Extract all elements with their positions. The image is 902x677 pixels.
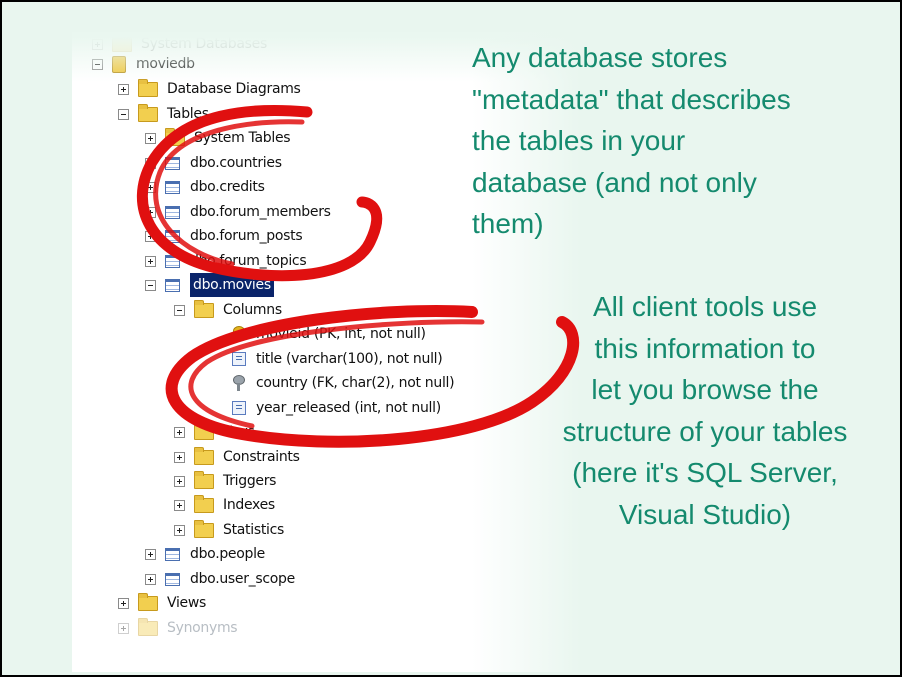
folder-icon <box>138 78 158 97</box>
callout-client-tools: All client tools use this information to… <box>562 291 848 530</box>
expand-icon[interactable] <box>118 622 129 634</box>
tree-node-col-title[interactable]: title (varchar(100), not null) <box>212 347 443 371</box>
callout-metadata: Any database stores "metadata" that desc… <box>472 42 791 239</box>
node-label: Statistics <box>223 522 284 538</box>
primary-key-icon <box>232 326 246 342</box>
expand-icon[interactable] <box>145 230 156 242</box>
expand-icon[interactable] <box>92 38 103 50</box>
node-label: title (varchar(100), not null) <box>256 351 443 367</box>
tree-node-keys[interactable]: Keys <box>174 420 255 444</box>
node-label: dbo.credits <box>190 179 265 195</box>
tree-node-indexes[interactable]: Indexes <box>174 493 275 517</box>
tree-node-synonyms[interactable]: Synonyms <box>118 616 238 640</box>
node-label: dbo.forum_members <box>190 204 331 220</box>
expand-icon[interactable] <box>118 597 129 609</box>
expand-icon[interactable] <box>145 206 156 218</box>
table-icon <box>165 547 180 561</box>
folder-icon <box>112 33 132 52</box>
column-icon <box>232 401 246 415</box>
node-label: Constraints <box>223 449 300 465</box>
tree-node-col-country[interactable]: country (FK, char(2), not null) <box>212 371 455 395</box>
node-label: Columns <box>223 302 282 318</box>
tree-node-people[interactable]: dbo.people <box>145 542 265 566</box>
folder-icon <box>138 103 158 122</box>
tree-node-forum-posts[interactable]: dbo.forum_posts <box>145 224 303 248</box>
tree-node-credits[interactable]: dbo.credits <box>145 175 265 199</box>
tree-node-tables[interactable]: Tables <box>118 102 209 126</box>
tree-node-forum-topics[interactable]: dbo.forum_topics <box>145 249 307 273</box>
column-icon <box>232 352 246 366</box>
tree-node-user-scope[interactable]: dbo.user_scope <box>145 567 295 591</box>
expand-icon[interactable] <box>174 499 185 511</box>
folder-icon <box>165 127 185 146</box>
node-label: movieid (PK, int, not null) <box>256 326 426 342</box>
node-label: Indexes <box>223 497 275 513</box>
tree-node-statistics[interactable]: Statistics <box>174 518 284 542</box>
node-label: dbo.forum_posts <box>190 228 303 244</box>
database-icon <box>112 55 126 73</box>
folder-icon <box>194 446 214 465</box>
expand-icon[interactable] <box>145 157 156 169</box>
table-icon <box>165 254 180 268</box>
folder-icon <box>138 617 158 636</box>
collapse-icon[interactable] <box>92 58 103 70</box>
folder-icon <box>194 299 214 318</box>
tree-node-database-diagrams[interactable]: Database Diagrams <box>118 77 301 101</box>
folder-icon <box>194 519 214 538</box>
node-label: Database Diagrams <box>167 81 301 97</box>
tree-node-views[interactable]: Views <box>118 591 206 615</box>
node-label: dbo.people <box>190 546 265 562</box>
tree-node-moviedb[interactable]: moviedb <box>92 52 195 76</box>
tree-node-triggers[interactable]: Triggers <box>174 469 276 493</box>
slide: System Databases moviedb Database Diagra… <box>0 0 902 677</box>
node-label: Keys <box>223 424 255 440</box>
folder-icon <box>194 421 214 440</box>
expand-icon[interactable] <box>145 573 156 585</box>
tree-node-forum-members[interactable]: dbo.forum_members <box>145 200 331 224</box>
table-icon <box>165 572 180 586</box>
folder-icon <box>194 494 214 513</box>
folder-icon <box>138 592 158 611</box>
expand-icon[interactable] <box>174 426 185 438</box>
table-icon <box>165 229 180 243</box>
node-label: dbo.user_scope <box>190 571 295 587</box>
tree-node-columns[interactable]: Columns <box>174 298 282 322</box>
table-icon <box>165 180 180 194</box>
node-label: dbo.countries <box>190 155 282 171</box>
collapse-icon[interactable] <box>118 108 129 120</box>
expand-icon[interactable] <box>145 255 156 267</box>
collapse-icon[interactable] <box>174 304 185 316</box>
collapse-icon[interactable] <box>145 279 156 291</box>
node-label: dbo.movies <box>190 273 274 297</box>
expand-icon[interactable] <box>174 451 185 463</box>
tree-node-system-tables[interactable]: System Tables <box>145 126 291 150</box>
node-label: Views <box>167 595 207 611</box>
node-label: Triggers <box>223 473 277 489</box>
expand-icon[interactable] <box>145 181 156 193</box>
expand-icon[interactable] <box>118 83 129 95</box>
folder-icon <box>194 470 214 489</box>
tree-node-movies[interactable]: dbo.movies <box>145 273 274 297</box>
node-label: country (FK, char(2), not null) <box>256 375 455 391</box>
node-label: dbo.forum_topics <box>190 253 307 269</box>
expand-icon[interactable] <box>174 524 185 536</box>
node-label: Synonyms <box>167 620 238 636</box>
table-icon <box>165 205 180 219</box>
node-label: Tables <box>167 106 209 122</box>
node-label: System Tables <box>194 130 291 146</box>
expand-icon[interactable] <box>145 132 156 144</box>
expand-icon[interactable] <box>174 475 185 487</box>
tree-node-countries[interactable]: dbo.countries <box>145 151 282 175</box>
tree-node-col-year-released[interactable]: year_released (int, not null) <box>212 396 441 420</box>
tree-node-constraints[interactable]: Constraints <box>174 445 300 469</box>
node-label: moviedb <box>136 56 195 72</box>
table-icon <box>165 278 180 292</box>
expand-icon[interactable] <box>145 548 156 560</box>
table-icon <box>165 156 180 170</box>
tree-node-col-movieid[interactable]: movieid (PK, int, not null) <box>212 322 426 346</box>
foreign-key-icon <box>232 375 246 391</box>
node-label: year_released (int, not null) <box>256 400 441 416</box>
